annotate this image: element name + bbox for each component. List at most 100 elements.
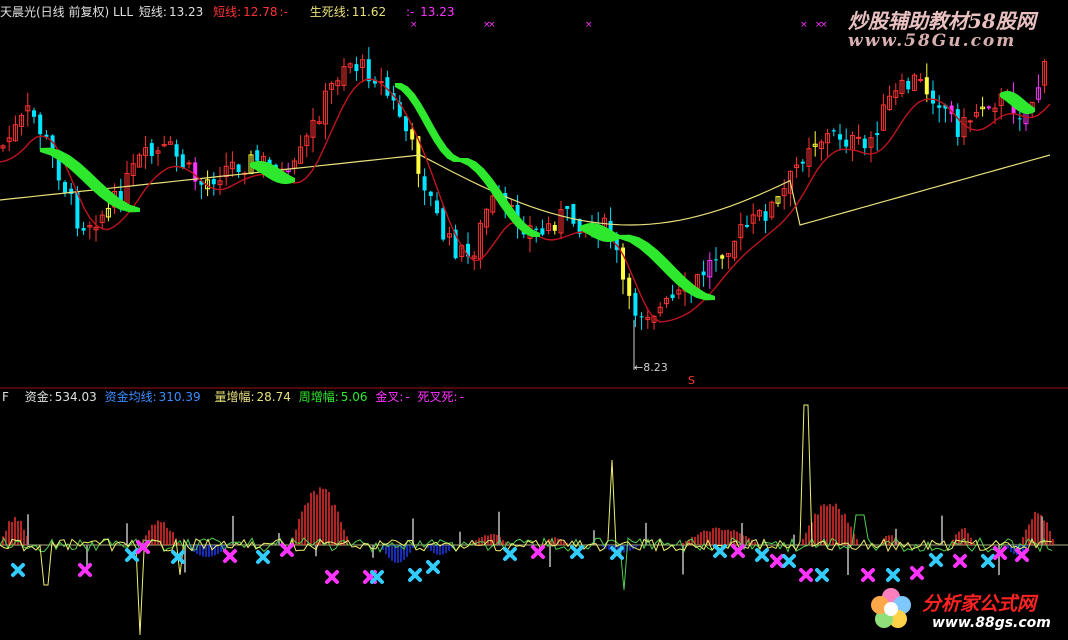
candle-body	[924, 77, 929, 95]
cross-marker	[370, 570, 384, 584]
fund-histogram	[2, 487, 1054, 563]
week-label: 周增幅:	[298, 390, 339, 404]
candle-body	[441, 208, 446, 240]
candle-body	[906, 80, 911, 90]
extra-label: :-	[405, 5, 415, 19]
candle-body	[763, 211, 768, 221]
cross-marker	[426, 560, 440, 574]
stock-name: 天晨光(日线 前复权) LLL	[0, 5, 134, 19]
short-line-value: 13.23	[168, 5, 204, 19]
low-price-value: 8.23	[643, 361, 668, 374]
candle-body	[633, 292, 638, 316]
candle-body	[955, 109, 960, 137]
flower-logo-icon	[871, 588, 911, 628]
cross-marker	[78, 563, 92, 577]
price-header: 天晨光(日线 前复权) LLL 短线: 13.23 短线: 12.78:- 生死线:…	[0, 5, 457, 19]
trend-ribbon	[460, 157, 540, 237]
cross-marker	[910, 566, 924, 580]
candle-body	[937, 105, 942, 108]
low-price-label: ←8.23	[634, 361, 668, 374]
candle-body	[838, 134, 842, 140]
candle-body	[844, 139, 849, 147]
cross-marker	[280, 543, 294, 557]
signal-x-marker: ×	[585, 20, 593, 30]
candle-body	[149, 143, 154, 156]
candle-body	[670, 294, 675, 299]
ma-mid-line	[0, 78, 1051, 323]
candle-body	[1017, 118, 1022, 120]
cross-marker	[1015, 548, 1029, 562]
week-value: 5.06	[340, 390, 368, 404]
candle-body	[410, 129, 415, 140]
candle-body	[69, 188, 74, 194]
chart-canvas[interactable]: × ×× × × ××	[0, 0, 1068, 640]
signal-x-marker: ×	[820, 20, 828, 30]
signal-x-marker: ×	[800, 20, 808, 30]
watermark-88gs-url: www.88gs.com	[932, 615, 1051, 631]
indicator-header: F 资金: 534.03 资金均线: 310.39 量增幅: 28.74 周增幅: 5.…	[2, 390, 466, 404]
cross-marker	[713, 544, 727, 558]
candle-body	[918, 78, 924, 81]
candle-body	[534, 228, 539, 230]
long-line-value: 12.78	[243, 5, 278, 19]
trend-ribbon	[580, 223, 620, 242]
cross-marker	[981, 554, 995, 568]
cross-marker	[325, 570, 339, 584]
candle-body	[571, 204, 576, 224]
candle-body	[428, 191, 433, 197]
fund-label: 资金:	[24, 390, 53, 404]
extra-value: 13.23	[420, 5, 455, 19]
fund-value: 534.03	[54, 390, 97, 404]
trend-ribbon	[620, 234, 715, 301]
cross-marker	[815, 568, 829, 582]
price-pane: × ×× × × ××	[0, 20, 1051, 370]
candle-body	[404, 116, 408, 132]
candle-body	[174, 144, 179, 157]
vol-value: 28.74	[256, 390, 291, 404]
candle-body	[180, 154, 185, 168]
vol-label: 量增幅:	[214, 390, 255, 404]
cross-marker	[503, 547, 517, 561]
candle-body	[931, 90, 935, 104]
candle-body	[701, 271, 706, 276]
candle-body	[435, 200, 439, 214]
life-line-value: 11.62	[351, 5, 387, 19]
cross-marker	[929, 553, 943, 567]
candle-body	[552, 224, 557, 231]
cross-marker	[731, 544, 745, 558]
top-signal-markers: × ×× × × ××	[410, 20, 828, 30]
candle-body	[63, 181, 67, 194]
candle-body	[255, 150, 260, 161]
candle-body	[875, 133, 880, 136]
candle-body	[967, 120, 973, 123]
candle-body	[831, 130, 836, 132]
cross-marker	[755, 548, 769, 562]
candle-body	[800, 161, 805, 164]
candle-body	[714, 259, 718, 261]
candle-body	[745, 224, 749, 227]
signal-x-marker: ×	[410, 20, 418, 30]
candle-body	[186, 162, 192, 165]
signal-x-marker: ×	[488, 20, 496, 30]
candle-body	[38, 114, 43, 135]
death-value: -	[459, 390, 464, 404]
long-line-label: 短线:	[213, 5, 242, 19]
candle-body	[856, 136, 862, 139]
golden-label: 金叉:	[375, 390, 404, 404]
candle-body	[565, 206, 570, 209]
indicator-prefix: F	[2, 390, 9, 404]
cross-marker	[799, 568, 813, 582]
long-line-suffix: :-	[279, 5, 288, 19]
candle-body	[422, 176, 427, 191]
candle-body	[986, 106, 991, 109]
watermark-58gu-title: 炒股辅助教材58股网	[848, 9, 1036, 33]
candle-body	[32, 110, 36, 117]
cross-marker	[531, 545, 545, 559]
s-marker: S	[688, 374, 695, 387]
candle-body	[627, 277, 632, 296]
golden-value: -	[405, 390, 410, 404]
candle-body	[366, 59, 371, 82]
candle-body	[354, 64, 359, 72]
candle-body	[385, 77, 390, 96]
short-line-label: 短线:	[138, 5, 167, 19]
